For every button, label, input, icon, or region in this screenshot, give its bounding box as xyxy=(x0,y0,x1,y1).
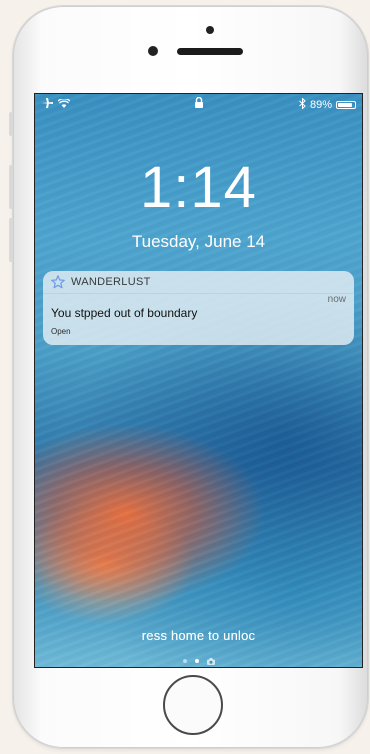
notification-header: WANDERLUST xyxy=(43,271,354,294)
camera-icon[interactable] xyxy=(206,652,215,667)
front-camera xyxy=(148,46,158,56)
lock-date: Tuesday, June 14 xyxy=(131,232,266,251)
volume-down-button xyxy=(9,218,13,262)
notification-time: now xyxy=(327,294,346,305)
notification-message: You stpped out of boundary xyxy=(51,306,198,320)
notification-app-name: WANDERLUST xyxy=(71,276,151,288)
notification-banner[interactable]: WANDERLUST now You stpped out of boundar… xyxy=(43,271,354,345)
page-dot xyxy=(182,659,187,663)
earpiece-speaker xyxy=(177,48,243,55)
notification-open-action[interactable]: Open xyxy=(51,327,71,336)
bluetooth-icon xyxy=(299,97,306,112)
battery-percentage: 89% xyxy=(309,99,332,111)
lock-screen: 89% 1:14 Tuesday, June 14 WANDERLUST now… xyxy=(34,93,363,668)
status-bar: 89% xyxy=(35,94,362,114)
battery-icon xyxy=(336,101,356,109)
page-indicator xyxy=(35,652,362,667)
volume-up-button xyxy=(9,165,13,209)
lock-clock: 1:14 xyxy=(140,155,257,220)
unlock-hint: ress home to unloc xyxy=(35,628,362,643)
battery-fill xyxy=(338,103,353,107)
page-dot-active xyxy=(194,659,199,663)
lock-icon xyxy=(195,96,203,111)
wifi-icon xyxy=(57,97,71,111)
airplane-icon xyxy=(41,98,53,111)
star-icon xyxy=(51,275,65,289)
proximity-sensor xyxy=(206,26,214,34)
mute-switch xyxy=(9,112,13,136)
home-button[interactable] xyxy=(163,675,223,735)
